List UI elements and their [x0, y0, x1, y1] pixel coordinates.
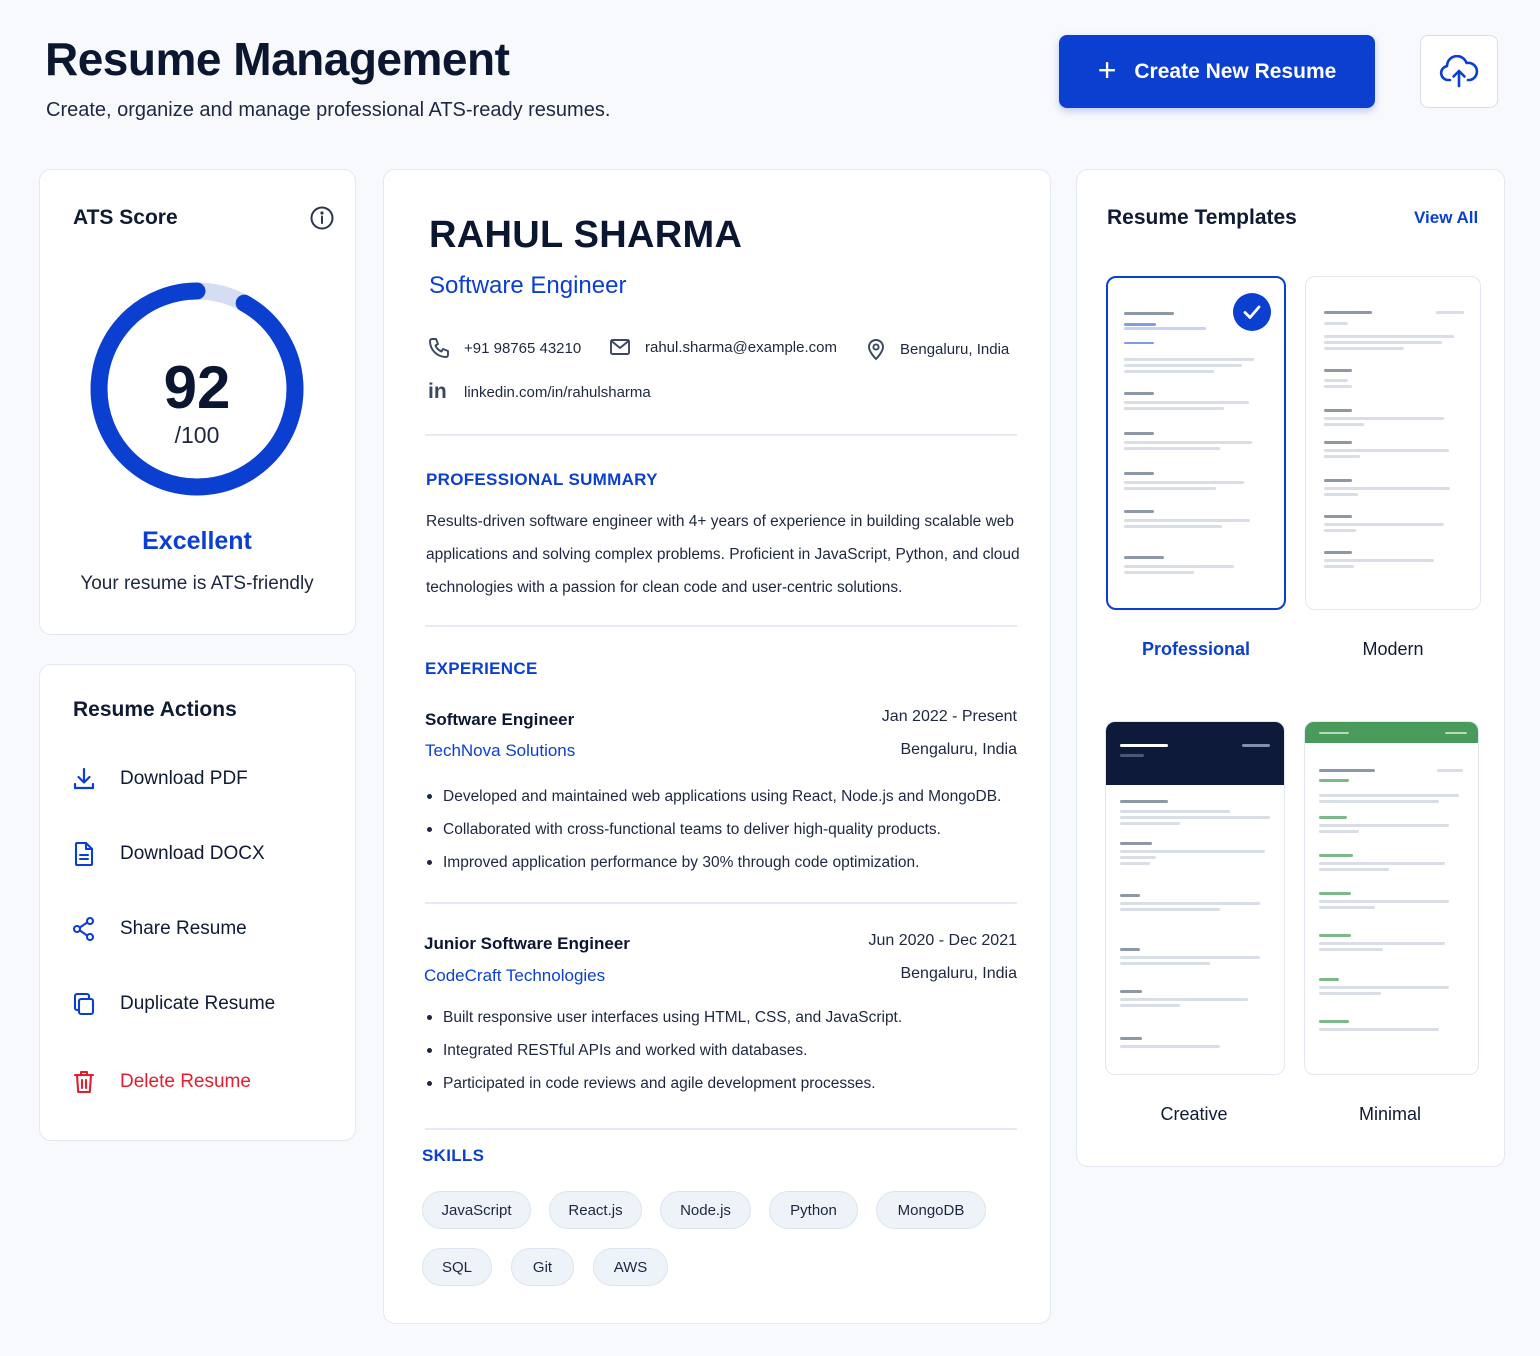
skills-heading: SKILLS [422, 1146, 485, 1165]
job-bullet: Built responsive user interfaces using H… [425, 1001, 1035, 1034]
job-title: Junior Software Engineer [424, 934, 630, 953]
ats-score-value: 92 [163, 354, 231, 421]
ats-score-note: Your resume is ATS-friendly [80, 573, 314, 594]
copy-icon [70, 990, 98, 1018]
resume-name: RAHUL SHARMA [429, 214, 743, 256]
skill-chip: React.js [549, 1191, 642, 1229]
divider [425, 1128, 1017, 1130]
contact-location-text: Bengaluru, India [900, 340, 1010, 358]
job-bullets: Built responsive user interfaces using H… [425, 1001, 1035, 1100]
template-label-professional[interactable]: Professional [1106, 639, 1286, 660]
template-thumbnail-modern[interactable] [1305, 276, 1481, 610]
skill-chip: Node.js [660, 1191, 751, 1229]
contact-linkedin-text: linkedin.com/in/rahulsharma [464, 383, 651, 401]
linkedin-icon: in [428, 380, 447, 403]
skill-chip: Git [511, 1248, 574, 1286]
job-bullet: Developed and maintained web application… [425, 780, 1035, 813]
job-dates: Jun 2020 - Dec 2021 [868, 932, 1017, 949]
upload-resume-button[interactable] [1420, 35, 1498, 108]
trash-icon [70, 1068, 98, 1096]
contact-email: rahul.sharma@example.com [609, 337, 837, 357]
resume-role: Software Engineer [429, 272, 627, 299]
template-label-modern[interactable]: Modern [1303, 639, 1483, 660]
selected-check-icon [1233, 293, 1271, 331]
template-label-minimal[interactable]: Minimal [1300, 1104, 1480, 1125]
job-company: CodeCraft Technologies [424, 966, 606, 985]
create-new-resume-label: Create New Resume [1134, 59, 1337, 83]
summary-text: Results-driven software engineer with 4+… [426, 513, 1020, 596]
page-title: Resume Management [45, 33, 510, 85]
download-pdf-action[interactable]: Download PDF [70, 759, 340, 799]
delete-resume-label: Delete Resume [120, 1071, 251, 1092]
contact-phone-text: +91 98765 43210 [464, 339, 582, 357]
divider [425, 625, 1017, 627]
mail-icon [610, 339, 630, 355]
skill-chip: Python [769, 1191, 858, 1229]
delete-resume-action[interactable]: Delete Resume [70, 1062, 340, 1102]
share-icon [70, 915, 98, 943]
skill-chip: MongoDB [876, 1191, 986, 1229]
plus-icon: + [1097, 51, 1117, 88]
duplicate-resume-action[interactable]: Duplicate Resume [70, 984, 340, 1024]
job-bullet: Participated in code reviews and agile d… [425, 1067, 1035, 1100]
contact-email-text: rahul.sharma@example.com [645, 338, 837, 356]
job-title: Software Engineer [425, 710, 575, 729]
location-pin-icon [868, 339, 884, 361]
template-thumbnail-professional[interactable] [1106, 276, 1286, 610]
ats-score-max: /100 [174, 422, 220, 448]
phone-icon [429, 338, 449, 358]
resume-templates-card: Resume Templates View All Professional M… [1076, 169, 1505, 1167]
job-bullet: Improved application performance by 30% … [425, 846, 1035, 879]
document-icon [70, 840, 98, 868]
resume-actions-card: Resume Actions Download PDF Download DOC… [39, 664, 356, 1141]
cloud-upload-icon [1439, 54, 1479, 87]
contact-linkedin: in linkedin.com/in/rahulsharma [428, 380, 651, 404]
info-icon[interactable] [309, 205, 335, 231]
ats-score-card: ATS Score 92 /100 Excellent Your resume … [39, 169, 356, 635]
job-dates: Jan 2022 - Present [881, 708, 1017, 725]
ats-score-title: ATS Score [73, 206, 178, 229]
create-new-resume-button[interactable]: + Create New Resume [1059, 35, 1375, 108]
resume-actions-title: Resume Actions [73, 698, 237, 721]
ats-score-rating: Excellent [142, 527, 252, 555]
summary-heading: PROFESSIONAL SUMMARY [426, 470, 658, 489]
skill-chip: JavaScript [422, 1191, 531, 1229]
download-pdf-label: Download PDF [120, 768, 248, 789]
template-label-creative[interactable]: Creative [1104, 1104, 1284, 1125]
job-bullet: Collaborated with cross-functional teams… [425, 813, 1035, 846]
download-docx-label: Download DOCX [120, 843, 265, 864]
job-location: Bengaluru, India [900, 965, 1017, 982]
template-thumbnail-creative[interactable] [1105, 721, 1285, 1075]
divider [425, 902, 1017, 904]
contact-phone: +91 98765 43210 [428, 337, 581, 359]
duplicate-resume-label: Duplicate Resume [120, 993, 276, 1014]
template-thumbnail-minimal[interactable] [1304, 721, 1479, 1075]
skill-chip: AWS [593, 1248, 668, 1286]
job-bullets: Developed and maintained web application… [425, 780, 1035, 879]
contact-location: Bengaluru, India [866, 337, 1009, 361]
view-all-link[interactable]: View All [1414, 208, 1478, 228]
job-bullet: Integrated RESTful APIs and worked with … [425, 1034, 1035, 1067]
download-icon [70, 765, 98, 793]
resume-templates-title: Resume Templates [1107, 206, 1297, 229]
divider [425, 434, 1017, 436]
download-docx-action[interactable]: Download DOCX [70, 834, 340, 874]
page-subtitle: Create, organize and manage professional… [46, 99, 611, 121]
resume-preview-card: RAHUL SHARMA Software Engineer +91 98765… [383, 169, 1051, 1324]
job-company: TechNova Solutions [425, 741, 576, 760]
share-resume-action[interactable]: Share Resume [70, 909, 340, 949]
experience-heading: EXPERIENCE [425, 659, 538, 678]
skill-chip: SQL [422, 1248, 492, 1286]
share-resume-label: Share Resume [120, 918, 247, 939]
job-location: Bengaluru, India [900, 741, 1017, 758]
